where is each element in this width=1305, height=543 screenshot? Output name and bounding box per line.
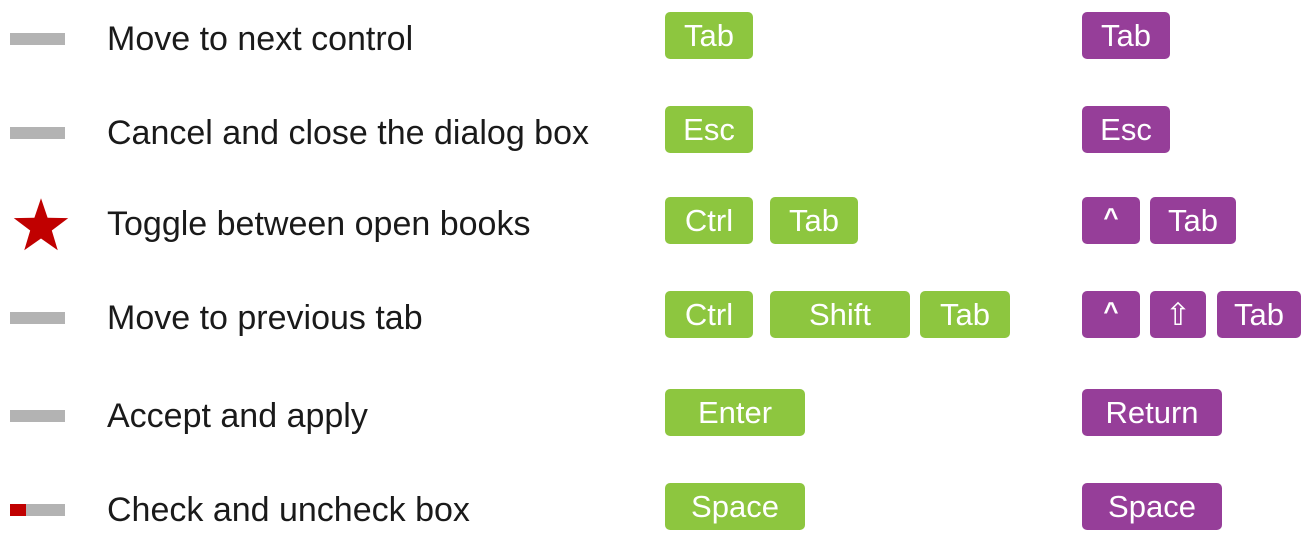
shortcut-label: Move to next control <box>107 20 414 58</box>
grey-bar-marker <box>10 312 65 324</box>
red-marker-segment <box>10 504 26 516</box>
shortcut-row-accept-apply: Accept and apply Enter Return <box>0 389 1305 449</box>
mac-key-control: ^ <box>1082 291 1140 338</box>
red-grey-bar-marker <box>10 504 65 516</box>
windows-key-space: Space <box>665 483 805 530</box>
windows-key-ctrl: Ctrl <box>665 197 753 244</box>
shortcut-row-cancel-dialog: Cancel and close the dialog box Esc Esc <box>0 106 1305 166</box>
star-shape <box>13 198 69 251</box>
grey-marker-segment <box>26 504 65 516</box>
grey-bar-marker <box>10 410 65 422</box>
shortcut-label: Cancel and close the dialog box <box>107 114 589 152</box>
shortcut-label: Toggle between open books <box>107 205 531 243</box>
windows-key-tab: Tab <box>920 291 1010 338</box>
mac-key-tab: Tab <box>1217 291 1301 338</box>
mac-key-control: ^ <box>1082 197 1140 244</box>
mac-key-space: Space <box>1082 483 1222 530</box>
grey-bar-marker <box>10 127 65 139</box>
shortcut-label: Accept and apply <box>107 397 368 435</box>
mac-key-esc: Esc <box>1082 106 1170 153</box>
windows-key-tab: Tab <box>665 12 753 59</box>
windows-key-shift: Shift <box>770 291 910 338</box>
mac-key-tab: Tab <box>1082 12 1170 59</box>
shortcut-label: Move to previous tab <box>107 299 423 337</box>
shortcut-row-toggle-books: Toggle between open books Ctrl Tab ^ Tab <box>0 197 1305 257</box>
grey-bar-marker <box>10 33 65 45</box>
shortcut-row-check-box: Check and uncheck box Space Space <box>0 483 1305 543</box>
mac-key-tab: Tab <box>1150 197 1236 244</box>
shortcut-row-next-control: Move to next control Tab Tab <box>0 12 1305 72</box>
mac-key-return: Return <box>1082 389 1222 436</box>
windows-key-enter: Enter <box>665 389 805 436</box>
star-icon <box>13 198 69 251</box>
mac-key-shift: ⇧ <box>1150 291 1206 338</box>
shortcut-row-previous-tab: Move to previous tab Ctrl Shift Tab ^ ⇧ … <box>0 291 1305 351</box>
shortcut-label: Check and uncheck box <box>107 491 470 529</box>
windows-key-tab: Tab <box>770 197 858 244</box>
windows-key-esc: Esc <box>665 106 753 153</box>
windows-key-ctrl: Ctrl <box>665 291 753 338</box>
